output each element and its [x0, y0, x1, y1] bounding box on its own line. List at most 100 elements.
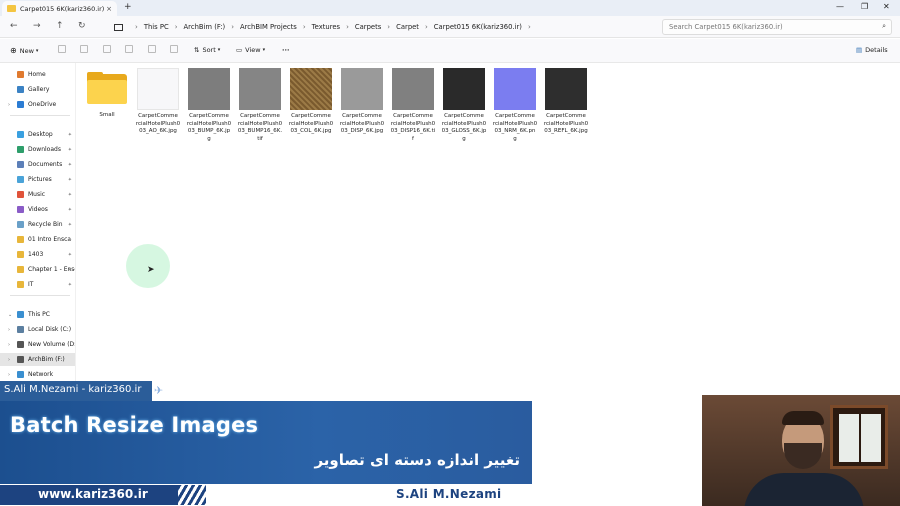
file-item[interactable]: CarpetComme rcialHotelPlush0 03_DISP_6K.jp… [338, 68, 386, 136]
file-label-line: g [462, 135, 466, 142]
sidebar-item[interactable]: › Local Disk (C:) [0, 323, 75, 336]
breadcrumb-separator-icon[interactable]: › [528, 23, 531, 31]
sidebar-item-label: 1403 [28, 251, 44, 258]
more-options-button[interactable]: ··· [282, 46, 289, 54]
sidebar-item-label: ArchBim (F:) [28, 356, 65, 363]
breadcrumb-item[interactable]: This PC [144, 23, 169, 31]
sidebar-item-label: 01 Intro Ensca [28, 236, 72, 243]
sidebar-item[interactable]: › OneDrive [0, 98, 75, 111]
sidebar-item[interactable]: Desktop ✦ [0, 128, 75, 141]
video-icon [17, 206, 24, 213]
breadcrumb-item[interactable]: Textures [312, 23, 340, 31]
chevron-icon[interactable]: ⌄ [8, 312, 12, 318]
sidebar-item[interactable]: › Network [0, 368, 75, 381]
webcam-window [830, 405, 888, 469]
file-item[interactable]: CarpetComme rcialHotelPlush0 03_GLOSS_6K.j… [440, 68, 488, 143]
sidebar-item[interactable]: 1403 ✦ [0, 248, 75, 261]
website-label: www.kariz360.ir [0, 485, 200, 505]
rename-icon[interactable] [125, 45, 133, 53]
sidebar-item[interactable]: Home [0, 68, 75, 81]
refresh-icon[interactable]: ↻ [78, 21, 86, 31]
sidebar-item[interactable]: 01 Intro Ensca ✦ [0, 233, 75, 246]
file-item[interactable]: CarpetComme rcialHotelPlush0 03_COL_6K.jpg [287, 68, 335, 136]
breadcrumb-separator-icon[interactable]: › [425, 23, 428, 31]
chevron-icon[interactable]: › [8, 342, 10, 348]
file-item[interactable]: CarpetComme rcialHotelPlush0 03_BUMP_6K.jp… [185, 68, 233, 143]
maximize-icon[interactable]: ❐ [861, 2, 868, 11]
sort-button[interactable]: ⇅ Sort ▾ [194, 46, 220, 54]
sidebar-item[interactable]: Music ✦ [0, 188, 75, 201]
forward-icon[interactable]: → [33, 21, 41, 31]
sidebar-item-label: New Volume (D: [28, 341, 75, 348]
minimize-icon[interactable]: — [836, 2, 844, 11]
back-icon[interactable]: ← [10, 21, 18, 31]
breadcrumb-separator-icon[interactable]: › [135, 23, 138, 31]
sidebar-item[interactable]: Gallery [0, 83, 75, 96]
folder-icon [17, 281, 24, 288]
details-label: Details [865, 46, 888, 54]
new-button[interactable]: ⊕ New ▾ [10, 46, 38, 55]
pc-icon [114, 23, 123, 31]
file-label-line: rcialHotelPlush0 [441, 120, 487, 127]
share-icon[interactable] [148, 45, 156, 53]
breadcrumb-item[interactable]: Carpets [355, 23, 381, 31]
up-icon[interactable]: ↑ [56, 21, 64, 31]
file-label-line: 03_DISP16_6K.ti [390, 128, 436, 134]
sidebar-item[interactable]: Pictures ✦ [0, 173, 75, 186]
file-label-line: 03_COL_6K.jpg [290, 128, 332, 134]
breadcrumb-item[interactable]: ArchBIM Projects [240, 23, 297, 31]
chevron-icon[interactable]: › [8, 102, 10, 108]
details-button[interactable]: ▤ Details [856, 46, 888, 54]
sidebar-item[interactable]: Downloads ✦ [0, 143, 75, 156]
tab-current-folder[interactable]: Carpet015 6K(kariz360.ir) × [2, 1, 117, 16]
sidebar-item-label: Desktop [28, 131, 53, 138]
desktop-icon [17, 131, 24, 138]
chevron-icon[interactable]: › [8, 357, 10, 363]
breadcrumb-item[interactable]: Carpet [396, 23, 419, 31]
view-button[interactable]: ▭ View ▾ [236, 46, 265, 54]
sidebar-item[interactable]: › New Volume (D: [0, 338, 75, 351]
breadcrumb-separator-icon[interactable]: › [175, 23, 178, 31]
file-label-line: rcialHotelPlush0 [339, 120, 385, 127]
sidebar-item[interactable]: Videos ✦ [0, 203, 75, 216]
chevron-icon[interactable]: › [8, 372, 10, 378]
cloud-icon [17, 101, 24, 108]
breadcrumb-item[interactable]: Carpet015 6K(kariz360.ir) [434, 23, 522, 31]
sidebar-item[interactable]: ⌄ This PC [0, 308, 75, 321]
chevron-icon[interactable]: › [8, 327, 10, 333]
pin-icon: ✦ [67, 221, 72, 228]
breadcrumb-separator-icon[interactable]: › [387, 23, 390, 31]
sidebar-item[interactable]: IT ✦ [0, 278, 75, 291]
breadcrumb-separator-icon[interactable]: › [346, 23, 349, 31]
delete-icon[interactable] [170, 45, 178, 53]
breadcrumb-item[interactable]: ArchBim (F:) [184, 23, 226, 31]
sidebar-item[interactable]: Documents ✦ [0, 158, 75, 171]
sidebar-item-label: Gallery [28, 86, 50, 93]
breadcrumb-separator-icon[interactable]: › [303, 23, 306, 31]
new-tab-button[interactable]: + [124, 2, 132, 12]
sidebar-item-label: OneDrive [28, 101, 57, 108]
sidebar-item[interactable]: › ArchBim (F:) [0, 353, 75, 366]
file-item[interactable]: CarpetComme rcialHotelPlush0 03_AO_6K.jpg [134, 68, 182, 136]
image-thumbnail [239, 68, 281, 110]
file-item[interactable]: CarpetComme rcialHotelPlush0 03_REFL_6K.jp… [542, 68, 590, 136]
sidebar-item[interactable]: Recycle Bin ✦ [0, 218, 75, 231]
sidebar-item-label: Local Disk (C:) [28, 326, 72, 333]
sidebar-item[interactable]: Chapter 1 - Ensca✦ [0, 263, 75, 276]
file-item[interactable]: CarpetComme rcialHotelPlush0 03_DISP16_6K.… [389, 68, 437, 143]
paste-icon[interactable] [103, 45, 111, 53]
tab-close-icon[interactable]: × [106, 5, 112, 13]
breadcrumb[interactable]: › This PC › ArchBim (F:) › ArchBIM Projects › T… [114, 19, 654, 35]
folder-item[interactable]: Small [83, 68, 131, 120]
file-label-line: CarpetComme [546, 113, 586, 119]
cut-icon[interactable] [58, 45, 66, 53]
sidebar-item-label: Home [28, 71, 46, 78]
file-item[interactable]: CarpetComme rcialHotelPlush0 03_BUMP16_6K.… [236, 68, 284, 143]
image-thumbnail [545, 68, 587, 110]
search-input[interactable]: Search Carpet015 6K(kariz360.ir) ⌕ [662, 19, 892, 35]
file-item[interactable]: CarpetComme rcialHotelPlush0 03_NRM_6K.pn g [491, 68, 539, 143]
drive-icon [17, 356, 24, 363]
breadcrumb-separator-icon[interactable]: › [231, 23, 234, 31]
copy-icon[interactable] [80, 45, 88, 53]
close-icon[interactable]: ✕ [883, 2, 890, 11]
